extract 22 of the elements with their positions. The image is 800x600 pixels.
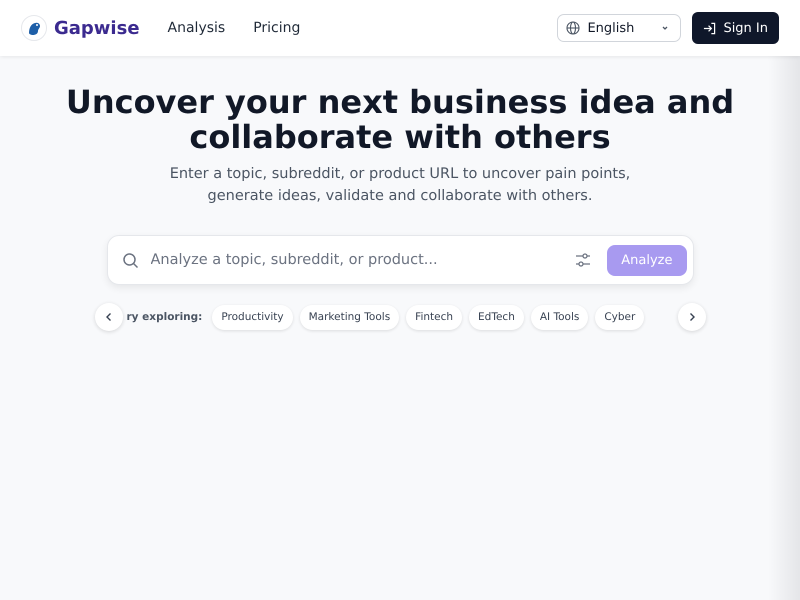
topic-chip[interactable]: Marketing Tools bbox=[300, 304, 400, 330]
bird-logo-icon bbox=[21, 15, 47, 41]
explore-label: ry exploring: bbox=[126, 311, 202, 323]
topic-chip[interactable]: Fintech bbox=[406, 304, 462, 330]
topic-chip[interactable]: AI Tools bbox=[530, 304, 588, 330]
language-select[interactable]: English bbox=[557, 14, 682, 42]
topic-chip[interactable]: EdTech bbox=[469, 304, 524, 330]
scroll-left-button[interactable] bbox=[94, 303, 122, 331]
hero-subtitle: Enter a topic, subreddit, or product URL to uncover pain points, generate ideas, validate and collaborate with others. bbox=[170, 165, 630, 206]
topic-chip[interactable]: Cyber bbox=[595, 304, 644, 330]
scroll-right-button[interactable] bbox=[678, 303, 706, 331]
sign-in-button[interactable]: Sign In bbox=[692, 12, 779, 44]
search-icon bbox=[122, 252, 138, 268]
sign-in-icon bbox=[703, 22, 716, 34]
hero-title: Uncover your next business idea and collaborate with others bbox=[66, 85, 734, 155]
topic-chip[interactable]: Productivity bbox=[212, 304, 293, 330]
chevron-left-icon bbox=[104, 312, 114, 322]
filter-sliders-icon[interactable] bbox=[575, 252, 592, 268]
nav-link[interactable]: Pricing bbox=[253, 20, 300, 36]
globe-icon bbox=[566, 21, 580, 35]
nav-link[interactable]: Analysis bbox=[168, 20, 226, 36]
brand-name[interactable]: Gapwise bbox=[54, 18, 140, 38]
